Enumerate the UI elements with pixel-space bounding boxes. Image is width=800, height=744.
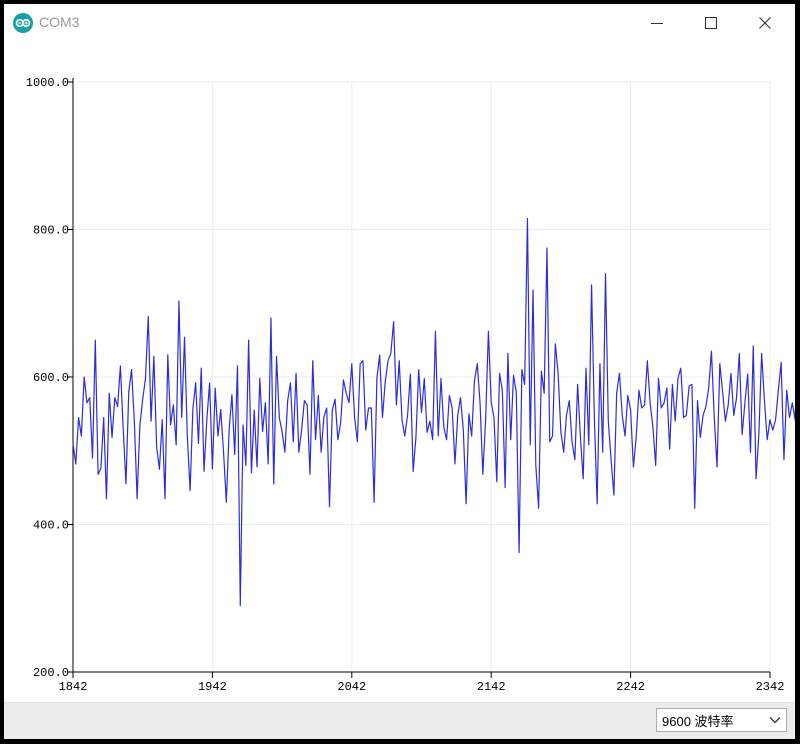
- x-tick-label: 2142: [477, 680, 506, 694]
- y-tick-label: 600.0: [33, 371, 69, 385]
- title-bar[interactable]: COM3: [4, 4, 795, 42]
- baud-rate-select[interactable]: 9600 波特率: [656, 708, 787, 732]
- close-button[interactable]: [742, 4, 788, 42]
- x-tick-label: 2342: [756, 680, 785, 694]
- x-tick-label: 2042: [337, 680, 366, 694]
- maximize-icon: [705, 17, 717, 29]
- series-line: [72, 217, 795, 607]
- minimize-button[interactable]: [634, 4, 680, 42]
- bottom-toolbar: 9600 波特率: [4, 702, 795, 739]
- x-tick-label: 1842: [59, 680, 88, 694]
- maximize-button[interactable]: [688, 4, 734, 42]
- close-icon: [759, 17, 771, 29]
- y-tick-label: 200.0: [33, 666, 69, 680]
- arduino-infinity-icon: [13, 13, 33, 33]
- plot-area: 200.0 400.0 600.0 800.0 1000.0 1842 1942 2042 21…: [4, 42, 795, 701]
- y-tick-label: 1000.0: [26, 76, 69, 90]
- serial-plot-chart: 200.0 400.0 600.0 800.0 1000.0 1842 1942 2042 21…: [26, 76, 795, 694]
- baud-rate-value: 9600 波特率: [662, 713, 734, 729]
- x-tick-label: 1942: [198, 680, 227, 694]
- minimize-icon: [651, 23, 663, 24]
- serial-plotter-window: COM3 200.0 400.0 600.0 800.0 1000.0 1842 1942 2…: [4, 4, 795, 739]
- chevron-down-icon: [769, 717, 781, 724]
- window-title: COM3: [39, 14, 80, 30]
- x-tick-label: 2242: [616, 680, 645, 694]
- y-tick-label: 800.0: [33, 224, 69, 238]
- y-tick-label: 400.0: [33, 519, 69, 533]
